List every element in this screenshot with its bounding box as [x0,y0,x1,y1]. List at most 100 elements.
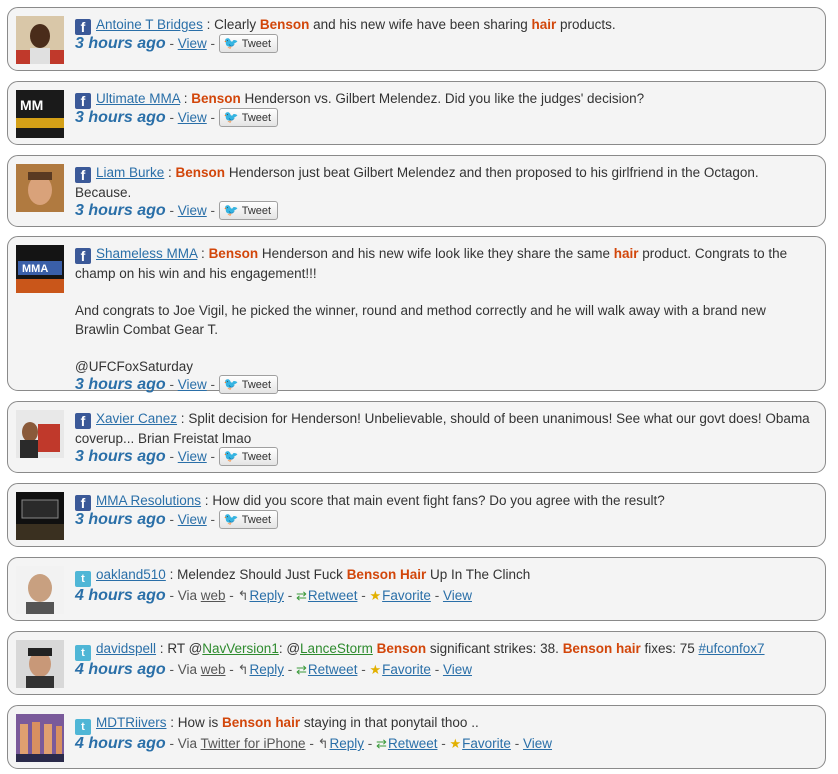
tweet-button-label: Tweet [241,514,272,526]
post-message: Benson Henderson just beat Gilbert Melen… [75,165,759,200]
avatar[interactable]: MM [16,90,64,138]
view-link[interactable]: View [523,736,552,751]
post-meta: 3 hours ago - View - 🐦 Tweet [75,201,811,221]
message-text: Up In The Clinch [426,567,531,582]
mention-link[interactable]: NavVersion1 [202,641,279,656]
avatar[interactable]: MMA [16,245,64,293]
post-body: t davidspell : RT @NavVersion1: @LanceSto… [75,639,811,680]
post-body: f Shameless MMA : Benson Henderson and hi… [75,244,811,395]
feed-post: MMA f Shameless MMA : Benson Henderson an… [7,236,826,394]
author-link[interactable]: MDTRiivers [96,715,167,730]
mention-link[interactable]: LanceStorm [300,641,373,656]
tweet-button[interactable]: 🐦 Tweet [218,108,279,127]
timestamp: 4 hours ago [75,661,166,678]
view-link[interactable]: View [443,588,472,603]
tweet-button-label: Tweet [241,379,272,391]
via-app-link[interactable]: Twitter for iPhone [201,736,306,751]
via-app-link[interactable]: web [201,588,226,603]
post-meta: 4 hours ago - Via web - ↰Reply - ⇄Retwee… [75,661,472,678]
tweet-button[interactable]: 🐦 Tweet [218,34,279,53]
avatar[interactable] [16,492,64,540]
retweet-link[interactable]: ⇄Retweet [296,662,357,677]
reply-arrow-icon: ↰ [237,662,249,677]
tweet-button[interactable]: 🐦 Tweet [218,375,279,394]
message-text: and his new wife have been sharing [309,17,532,32]
timestamp: 4 hours ago [75,735,166,752]
star-icon: ★ [369,662,382,677]
avatar[interactable] [16,410,64,458]
retweet-label: Retweet [307,662,358,677]
message-text: fixes: 75 [640,641,699,656]
author-link[interactable]: Shameless MMA [96,246,197,261]
post-meta: 4 hours ago - Via web - ↰Reply - ⇄Retwee… [75,587,472,604]
retweet-icon: ⇄ [296,662,307,677]
hashtag-link[interactable]: #ufconfox7 [698,641,764,656]
retweet-icon: ⇄ [376,736,387,751]
via-app-link[interactable]: web [201,662,226,677]
keyword-highlight: Benson [222,715,272,730]
reply-arrow-icon: ↰ [237,588,249,603]
avatar[interactable] [16,16,64,64]
post-body: f MMA Resolutions : How did you score tha… [75,491,811,530]
author-link[interactable]: Liam Burke [96,165,164,180]
avatar[interactable] [16,566,64,614]
message-text: Clearly [214,17,260,32]
tweet-button[interactable]: 🐦 Tweet [218,447,279,466]
author-link[interactable]: Ultimate MMA [96,91,180,106]
message-text: Split decision for Henderson! Unbelievab… [75,411,810,446]
post-message: Benson Henderson vs. Gilbert Melendez. D… [191,91,644,106]
feed-post: t oakland510 : Melendez Should Just Fuck … [7,557,826,621]
message-text: RT @ [167,641,203,656]
retweet-label: Retweet [307,588,358,603]
view-link[interactable]: View [178,203,207,218]
post-message: RT @NavVersion1: @LanceStorm Benson sign… [167,641,764,656]
facebook-icon: f [75,93,91,109]
bird-icon: 🐦 [223,203,239,217]
avatar[interactable] [16,164,64,212]
author-link[interactable]: Antoine T Bridges [96,17,203,32]
favorite-link[interactable]: ★Favorite [369,588,430,603]
tweet-button-label: Tweet [241,112,272,124]
favorite-link[interactable]: ★Favorite [369,662,430,677]
facebook-icon: f [75,413,91,429]
view-link[interactable]: View [178,110,207,125]
reply-link[interactable]: ↰Reply [238,662,284,677]
bird-icon: 🐦 [223,110,239,124]
feed-post: f Xavier Canez : Split decision for Hende… [7,401,826,473]
favorite-label: Favorite [462,736,511,751]
feed-post: f MMA Resolutions : How did you score tha… [7,483,826,547]
bird-icon: 🐦 [223,512,239,526]
feed-post: f Liam Burke : Benson Henderson just beat… [7,155,826,227]
author-link[interactable]: MMA Resolutions [96,493,201,508]
tweet-button[interactable]: 🐦 Tweet [218,201,279,220]
view-link[interactable]: View [443,662,472,677]
post-text: f Liam Burke : Benson Henderson just beat… [75,165,759,200]
avatar[interactable] [16,640,64,688]
svg-text:MMA: MMA [22,263,48,275]
view-link[interactable]: View [178,449,207,464]
author-link[interactable]: Xavier Canez [96,411,177,426]
author-link[interactable]: davidspell [96,641,156,656]
facebook-icon: f [75,248,91,264]
view-link[interactable]: View [178,512,207,527]
tweet-button[interactable]: 🐦 Tweet [218,510,279,529]
reply-link[interactable]: ↰Reply [318,736,364,751]
view-link[interactable]: View [178,377,207,392]
tweet-button-label: Tweet [241,451,272,463]
retweet-link[interactable]: ⇄Retweet [296,588,357,603]
bird-icon: 🐦 [223,449,239,463]
bird-icon: 🐦 [223,36,239,50]
timestamp: 3 hours ago [75,109,166,126]
view-link[interactable]: View [178,36,207,51]
favorite-link[interactable]: ★Favorite [450,736,511,751]
post-paragraph: And congrats to Joe Vigil, he picked the… [75,303,766,337]
author-link[interactable]: oakland510 [96,567,166,582]
keyword-highlight: Benson [191,91,241,106]
retweet-icon: ⇄ [296,588,307,603]
message-text: How is [177,715,223,730]
post-paragraph: @UFCFoxSaturday [75,359,193,374]
retweet-link[interactable]: ⇄Retweet [376,736,437,751]
avatar[interactable] [16,714,64,762]
reply-link[interactable]: ↰Reply [238,588,284,603]
post-body: f Liam Burke : Benson Henderson just beat… [75,163,811,221]
